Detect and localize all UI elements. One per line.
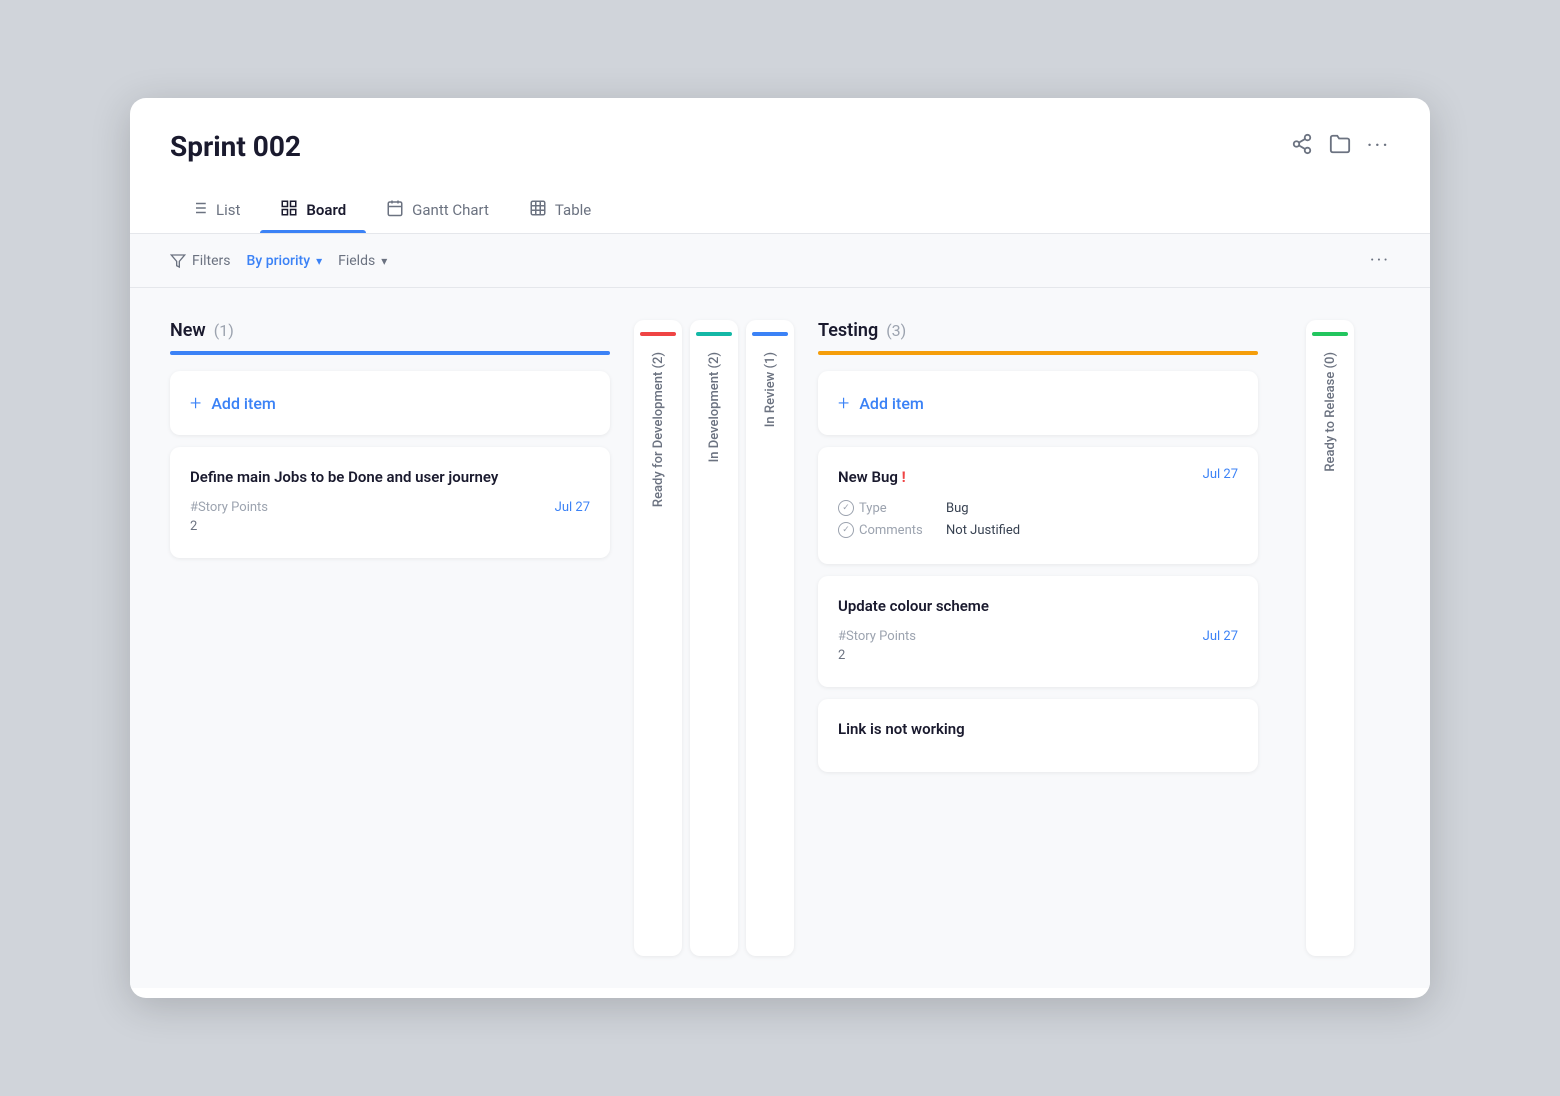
collapsed-col-ready-to-release[interactable]: Ready to Release (0) — [1306, 320, 1354, 956]
task-date-1: Jul 27 — [555, 500, 590, 515]
more-icon[interactable]: ··· — [1367, 134, 1390, 159]
toolbar-more-icon[interactable]: ··· — [1370, 250, 1390, 271]
board: New (1) + Add item Define main Jobs to b… — [130, 288, 1430, 988]
plus-icon-testing: + — [838, 391, 849, 415]
task-meta-3: #Story Points Jul 27 — [838, 629, 1238, 644]
tab-board-label: Board — [306, 201, 346, 219]
task-card-2: New Bug ! Jul 27 Type Bug Comments — [818, 447, 1258, 564]
board-icon — [280, 199, 298, 221]
story-points-value-3: 2 — [838, 648, 845, 663]
collapsed-label-in-review: In Review (1) — [763, 352, 778, 427]
page-title: Sprint 002 — [170, 130, 301, 163]
header-actions: ··· — [1291, 133, 1390, 160]
task-field-type: Type Bug — [838, 500, 1238, 516]
gantt-icon — [386, 199, 404, 221]
column-testing-bar — [818, 351, 1258, 355]
collapsed-bar-green — [1312, 332, 1348, 336]
list-icon — [190, 199, 208, 221]
folder-icon[interactable] — [1329, 133, 1351, 160]
comments-field-value: Not Justified — [946, 523, 1020, 538]
tab-gantt-label: Gantt Chart — [412, 201, 489, 219]
collapsed-bar-blue2 — [752, 332, 788, 336]
add-item-button-new[interactable]: + Add item — [170, 371, 610, 435]
tab-list-label: List — [216, 201, 240, 219]
toolbar: Filters By priority ▾ Fields ▾ ··· — [130, 234, 1430, 288]
tab-table-label: Table — [555, 201, 591, 219]
share-icon[interactable] — [1291, 133, 1313, 160]
task-date-2: Jul 27 — [1203, 467, 1238, 482]
by-priority-button[interactable]: By priority ▾ — [247, 253, 323, 269]
task-title-1: Define main Jobs to be Done and user jou… — [190, 467, 590, 488]
task-date-3: Jul 27 — [1203, 629, 1238, 644]
task-points-row-3: 2 — [838, 648, 1238, 663]
column-testing-header: Testing (3) — [818, 320, 1258, 355]
chevron-down-icon: ▾ — [316, 254, 322, 268]
plus-icon-new: + — [190, 391, 201, 415]
exclaim-icon: ! — [902, 468, 906, 486]
task-title-3: Update colour scheme — [838, 596, 1238, 617]
collapsed-col-in-review[interactable]: In Review (1) — [746, 320, 794, 956]
add-item-button-testing[interactable]: + Add item — [818, 371, 1258, 435]
filters-label: Filters — [192, 253, 231, 269]
collapsed-label-in-development: In Development (2) — [707, 352, 722, 462]
task-title-4: Link is not working — [838, 719, 1238, 740]
column-new-header: New (1) — [170, 320, 610, 355]
collapsed-col-in-development[interactable]: In Development (2) — [690, 320, 738, 956]
collapsed-label-ready-for-dev: Ready for Development (2) — [651, 352, 666, 507]
type-field-label: Type — [838, 500, 938, 516]
tab-gantt[interactable]: Gantt Chart — [366, 187, 509, 233]
tab-bar: List Board Gantt Chart — [130, 163, 1430, 234]
table-icon — [529, 199, 547, 221]
column-new-count: (1) — [214, 321, 234, 340]
by-priority-label: By priority — [247, 253, 311, 269]
column-testing-title: Testing — [818, 320, 878, 341]
task-card-1: Define main Jobs to be Done and user jou… — [170, 447, 610, 558]
type-field-value: Bug — [946, 501, 969, 516]
column-testing-count: (3) — [886, 321, 906, 340]
filters-button[interactable]: Filters — [170, 253, 231, 269]
tab-list[interactable]: List — [170, 187, 260, 233]
collapsed-bar-teal — [696, 332, 732, 336]
task-card-4: Link is not working — [818, 699, 1258, 772]
story-points-label-1: #Story Points — [190, 500, 268, 515]
column-new-title-row: New (1) — [170, 320, 610, 341]
task-points-row-1: 2 — [190, 519, 590, 534]
header: Sprint 002 ··· — [130, 98, 1430, 163]
task-card-3: Update colour scheme #Story Points Jul 2… — [818, 576, 1258, 687]
column-new-title: New — [170, 320, 206, 341]
circle-check-icon-2 — [838, 522, 854, 538]
task-meta-1: #Story Points Jul 27 — [190, 500, 590, 515]
comments-field-label: Comments — [838, 522, 938, 538]
story-points-value-1: 2 — [190, 519, 197, 534]
collapsed-bar-red — [640, 332, 676, 336]
add-item-label-new: Add item — [211, 394, 276, 413]
tab-table[interactable]: Table — [509, 187, 611, 233]
task-title-2: New Bug ! — [838, 467, 906, 488]
column-testing: Testing (3) + Add item New Bug ! Jul 27 — [818, 320, 1258, 956]
fields-button[interactable]: Fields ▾ — [338, 253, 387, 269]
collapsed-columns: Ready for Development (2) In Development… — [634, 320, 794, 956]
chevron-down-icon-2: ▾ — [381, 254, 387, 268]
task-field-comments: Comments Not Justified — [838, 522, 1238, 538]
tab-board[interactable]: Board — [260, 187, 366, 233]
story-points-label-3: #Story Points — [838, 629, 916, 644]
column-testing-title-row: Testing (3) — [818, 320, 1258, 341]
column-new-bar — [170, 351, 610, 355]
collapsed-col-ready-for-dev[interactable]: Ready for Development (2) — [634, 320, 682, 956]
add-item-label-testing: Add item — [859, 394, 924, 413]
column-new: New (1) + Add item Define main Jobs to b… — [170, 320, 610, 956]
fields-label: Fields — [338, 253, 375, 269]
collapsed-label-ready-to-release: Ready to Release (0) — [1323, 352, 1338, 472]
app-window: Sprint 002 ··· — [130, 98, 1430, 998]
circle-check-icon-1 — [838, 500, 854, 516]
